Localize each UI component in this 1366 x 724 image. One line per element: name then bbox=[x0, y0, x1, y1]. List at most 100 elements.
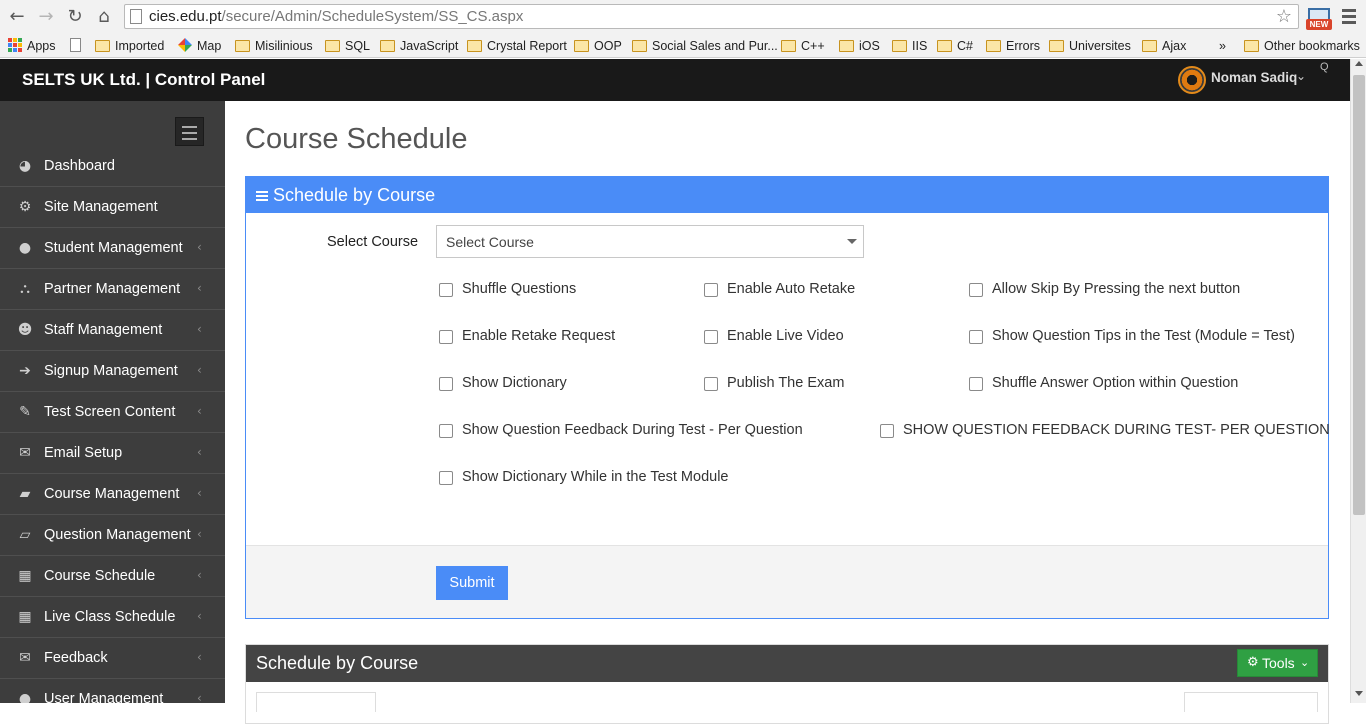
sidebar-toggle-button[interactable] bbox=[175, 117, 204, 146]
bookmark-csharp[interactable]: C# bbox=[937, 37, 973, 55]
sidebar-item-dashboard[interactable]: ◕ Dashboard bbox=[0, 146, 225, 187]
bookmark-sql[interactable]: SQL bbox=[325, 37, 370, 55]
checkbox-box[interactable] bbox=[704, 283, 718, 297]
home-icon[interactable]: ⌂ bbox=[93, 6, 115, 28]
sidebar-item-label: Question Management bbox=[44, 527, 191, 543]
browser-menu-icon[interactable] bbox=[1340, 6, 1358, 28]
sidebar-item-partner-management[interactable]: ⛬ Partner Management ‹ bbox=[0, 269, 225, 310]
sidebar-item-email-setup[interactable]: ✉ Email Setup ‹ bbox=[0, 433, 225, 474]
edit-icon: ✎ bbox=[19, 404, 31, 420]
checkbox-box[interactable] bbox=[439, 283, 453, 297]
sidebar-item-test-screen-content[interactable]: ✎ Test Screen Content ‹ bbox=[0, 392, 225, 433]
bookmark-errors[interactable]: Errors bbox=[986, 37, 1040, 55]
sidebar: ◕ Dashboard ⚙ Site Management ● Student Manag… bbox=[0, 101, 225, 703]
forward-arrow-icon[interactable]: → bbox=[35, 6, 57, 28]
checkbox-box[interactable] bbox=[439, 330, 453, 344]
chevron-left-icon: ‹ bbox=[197, 363, 202, 377]
cogs-icon: ⚙ bbox=[18, 199, 32, 215]
table-search-input[interactable] bbox=[1184, 692, 1318, 712]
maps-icon bbox=[178, 38, 192, 52]
sidebar-item-feedback[interactable]: ✉ Feedback ‹ bbox=[0, 638, 225, 679]
chevron-left-icon: ‹ bbox=[197, 322, 202, 336]
select-course-dropdown[interactable]: Select Course bbox=[436, 225, 864, 258]
bookmark-star-icon[interactable]: ☆ bbox=[1276, 6, 1292, 27]
submit-button[interactable]: Submit bbox=[436, 566, 508, 600]
chevron-left-icon: ‹ bbox=[197, 240, 202, 254]
bookmark-crystal-report[interactable]: Crystal Report bbox=[467, 37, 567, 55]
bookmarks-bar: Apps Imported Map Misilinious SQL JavaSc… bbox=[0, 34, 1366, 58]
checkbox-box[interactable] bbox=[969, 283, 983, 297]
sidebar-item-signup-management[interactable]: ➔ Signup Management ‹ bbox=[0, 351, 225, 392]
sidebar-item-label: Signup Management bbox=[44, 363, 178, 379]
url-text[interactable]: cies.edu.pt/secure/Admin/ScheduleSystem/… bbox=[149, 8, 523, 25]
gear-icon: ⚙ bbox=[1247, 655, 1259, 670]
checkbox-box[interactable] bbox=[880, 424, 894, 438]
scroll-down-icon[interactable] bbox=[1355, 691, 1363, 696]
sidebar-item-course-management[interactable]: ▰ Course Management ‹ bbox=[0, 474, 225, 515]
select-course-label: Select Course bbox=[327, 234, 419, 250]
reload-icon[interactable]: ↻ bbox=[64, 6, 86, 28]
folder-icon bbox=[1049, 40, 1064, 52]
sign-in-icon: ➔ bbox=[19, 363, 31, 379]
bookmark-apps[interactable]: Apps bbox=[8, 37, 56, 55]
sidebar-item-staff-management[interactable]: ☻ Staff Management ‹ bbox=[0, 310, 225, 351]
chevron-left-icon: ‹ bbox=[197, 486, 202, 500]
panel-title: Schedule by Course bbox=[273, 185, 436, 205]
checkbox-box[interactable] bbox=[969, 330, 983, 344]
bookmark-javascript[interactable]: JavaScript bbox=[380, 37, 458, 55]
apps-grid-icon bbox=[8, 38, 22, 52]
checkbox-box[interactable] bbox=[439, 377, 453, 391]
scroll-up-icon[interactable] bbox=[1355, 61, 1363, 66]
chevron-left-icon: ‹ bbox=[197, 281, 202, 295]
checkbox-box[interactable] bbox=[704, 330, 718, 344]
folder-icon bbox=[574, 40, 589, 52]
sidebar-item-student-management[interactable]: ● Student Management ‹ bbox=[0, 228, 225, 269]
sidebar-item-label: Feedback bbox=[44, 650, 108, 666]
bookmark-ajax[interactable]: Ajax bbox=[1142, 37, 1186, 55]
sidebar-item-course-schedule[interactable]: ▦ Course Schedule ‹ bbox=[0, 556, 225, 597]
page-scrollbar[interactable] bbox=[1350, 59, 1366, 703]
folder-open-icon: ▱ bbox=[19, 527, 31, 543]
bookmark-universites[interactable]: Universites bbox=[1049, 37, 1131, 55]
bookmark-imported[interactable]: Imported bbox=[95, 37, 164, 55]
bookmarks-overflow-button[interactable]: » bbox=[1219, 37, 1226, 55]
checkbox-box[interactable] bbox=[439, 424, 453, 438]
sidebar-item-user-management[interactable]: ● User Management ‹ bbox=[0, 679, 225, 703]
bookmark-page[interactable] bbox=[70, 37, 81, 55]
checkbox-box[interactable] bbox=[704, 377, 718, 391]
bookmark-oop[interactable]: OOP bbox=[574, 37, 622, 55]
checkbox-box[interactable] bbox=[439, 471, 453, 485]
checkbox-box[interactable] bbox=[969, 377, 983, 391]
back-arrow-icon[interactable]: ← bbox=[6, 6, 28, 28]
tools-button[interactable]: ⚙ Tools ⌄ bbox=[1237, 649, 1318, 677]
bookmark-cpp[interactable]: C++ bbox=[781, 37, 825, 55]
folder-icon bbox=[325, 40, 340, 52]
folder-icon bbox=[632, 40, 647, 52]
bookmark-ios[interactable]: iOS bbox=[839, 37, 880, 55]
users-icon: ☻ bbox=[17, 322, 33, 338]
avatar bbox=[1178, 66, 1206, 94]
bookmark-misilinious[interactable]: Misilinious bbox=[235, 37, 313, 55]
user-icon: ● bbox=[18, 691, 32, 703]
sidebar-item-label: Test Screen Content bbox=[44, 404, 176, 420]
folder-icon bbox=[95, 40, 110, 52]
user-name: Noman Sadiq bbox=[1211, 70, 1298, 85]
bookmark-social-sales[interactable]: Social Sales and Pur... bbox=[632, 37, 778, 55]
scroll-thumb[interactable] bbox=[1353, 75, 1365, 515]
chevron-left-icon: ‹ bbox=[197, 404, 202, 418]
extension-icon[interactable]: NEW bbox=[1306, 6, 1332, 30]
sidebar-item-site-management[interactable]: ⚙ Site Management bbox=[0, 187, 225, 228]
dashboard-icon: ◕ bbox=[18, 158, 32, 174]
sidebar-item-label: Email Setup bbox=[44, 445, 123, 461]
page-icon bbox=[130, 9, 142, 24]
bookmark-iis[interactable]: IIS bbox=[892, 37, 927, 55]
other-bookmarks[interactable]: Other bookmarks bbox=[1244, 37, 1360, 55]
bookmark-map[interactable]: Map bbox=[178, 37, 221, 55]
sidebar-item-live-class-schedule[interactable]: ▦ Live Class Schedule ‹ bbox=[0, 597, 225, 638]
table-length-control[interactable] bbox=[256, 692, 376, 712]
chevron-left-icon: ‹ bbox=[197, 445, 202, 459]
sidebar-item-question-management[interactable]: ▱ Question Management ‹ bbox=[0, 515, 225, 556]
address-bar[interactable]: cies.edu.pt/secure/Admin/ScheduleSystem/… bbox=[124, 4, 1299, 29]
sidebar-item-label: Course Schedule bbox=[44, 568, 156, 584]
sidebar-item-label: Student Management bbox=[44, 240, 183, 256]
